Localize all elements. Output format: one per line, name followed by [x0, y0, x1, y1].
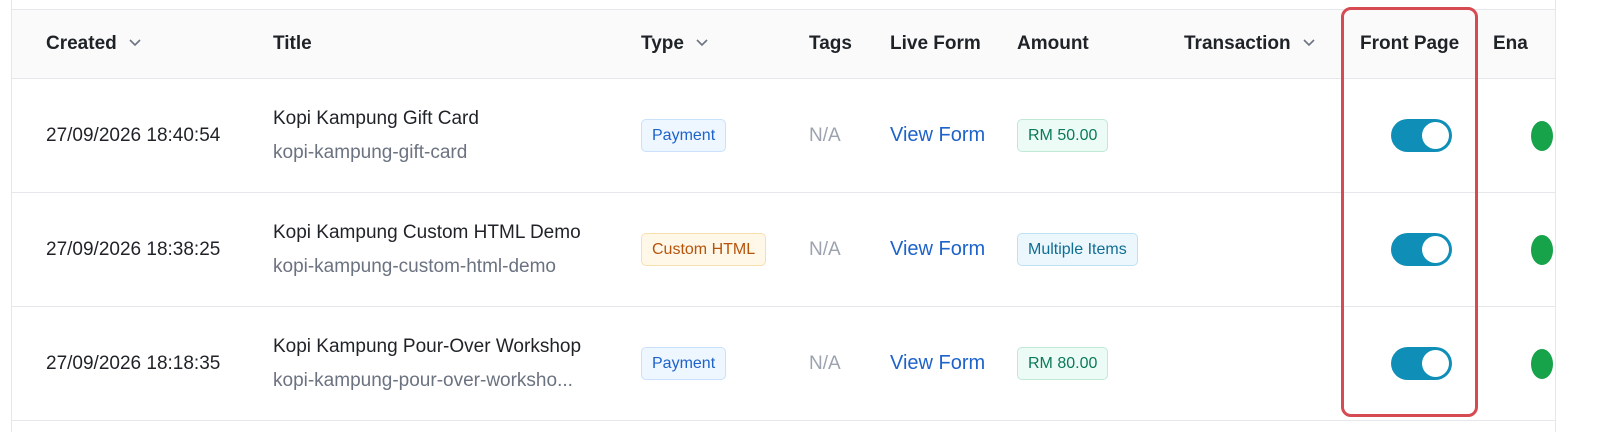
table-row: 27/09/2026 18:18:35 Kopi Kampung Pour-Ov…	[12, 307, 1555, 421]
form-title[interactable]: Kopi Kampung Pour-Over Workshop	[273, 336, 581, 358]
col-title-header: Title	[273, 10, 633, 78]
type-badge: Payment	[641, 119, 727, 152]
col-transaction-header[interactable]: Transaction	[1184, 10, 1344, 78]
col-created-header[interactable]: Created	[46, 10, 266, 78]
col-transaction-label: Transaction	[1184, 33, 1291, 54]
col-amount-header: Amount	[1017, 10, 1177, 78]
col-created-label: Created	[46, 33, 117, 54]
table-top-edge	[12, 0, 1555, 10]
view-form-link[interactable]: View Form	[890, 124, 985, 147]
col-front-page-label: Front Page	[1360, 33, 1460, 54]
amount-badge: RM 50.00	[1017, 119, 1109, 152]
forms-table: Created Title Type Tags Live Form Amount…	[11, 0, 1556, 432]
created-date: 27/09/2026 18:38:25	[46, 238, 221, 260]
toggle-knob	[1422, 236, 1449, 263]
col-front-page-header: Front Page	[1360, 10, 1490, 78]
form-title[interactable]: Kopi Kampung Gift Card	[273, 108, 479, 130]
tags-value: N/A	[809, 124, 841, 146]
table-header: Created Title Type Tags Live Form Amount…	[12, 10, 1555, 79]
type-badge: Custom HTML	[641, 233, 767, 266]
col-type-label: Type	[641, 33, 684, 54]
col-live-form-header: Live Form	[890, 10, 1010, 78]
chevron-down-icon[interactable]	[694, 34, 710, 50]
toggle-knob	[1422, 350, 1449, 377]
table-row: 27/09/2026 18:40:54 Kopi Kampung Gift Ca…	[12, 79, 1555, 193]
toggle-knob	[1422, 122, 1449, 149]
created-date: 27/09/2026 18:18:35	[46, 352, 221, 374]
col-live-form-label: Live Form	[890, 33, 981, 54]
front-page-toggle[interactable]	[1391, 119, 1452, 152]
form-slug: kopi-kampung-custom-html-demo	[273, 255, 556, 277]
front-page-toggle[interactable]	[1391, 233, 1452, 266]
created-date: 27/09/2026 18:40:54	[46, 124, 221, 146]
form-title[interactable]: Kopi Kampung Custom HTML Demo	[273, 222, 581, 244]
col-enable-label: Ena	[1493, 33, 1528, 54]
type-badge: Payment	[641, 347, 727, 380]
col-tags-header: Tags	[809, 10, 879, 78]
view-form-link[interactable]: View Form	[890, 352, 985, 375]
amount-badge: RM 80.00	[1017, 347, 1109, 380]
enable-toggle[interactable]	[1531, 120, 1553, 151]
col-amount-label: Amount	[1017, 33, 1089, 54]
form-slug: kopi-kampung-gift-card	[273, 141, 468, 163]
view-form-link[interactable]: View Form	[890, 238, 985, 261]
enable-toggle[interactable]	[1531, 348, 1553, 379]
table-row: 27/09/2026 18:38:25 Kopi Kampung Custom …	[12, 193, 1555, 307]
tags-value: N/A	[809, 352, 841, 374]
form-slug: kopi-kampung-pour-over-worksho...	[273, 369, 573, 391]
tags-value: N/A	[809, 238, 841, 260]
col-enable-header: Ena	[1493, 10, 1553, 78]
col-title-label: Title	[273, 33, 312, 54]
col-type-header[interactable]: Type	[641, 10, 801, 78]
enable-toggle[interactable]	[1531, 234, 1553, 265]
chevron-down-icon[interactable]	[1301, 34, 1317, 50]
amount-badge: Multiple Items	[1017, 233, 1138, 266]
page-gutter	[1556, 0, 1600, 432]
front-page-toggle[interactable]	[1391, 347, 1452, 380]
col-tags-label: Tags	[809, 33, 852, 54]
chevron-down-icon[interactable]	[127, 34, 143, 50]
